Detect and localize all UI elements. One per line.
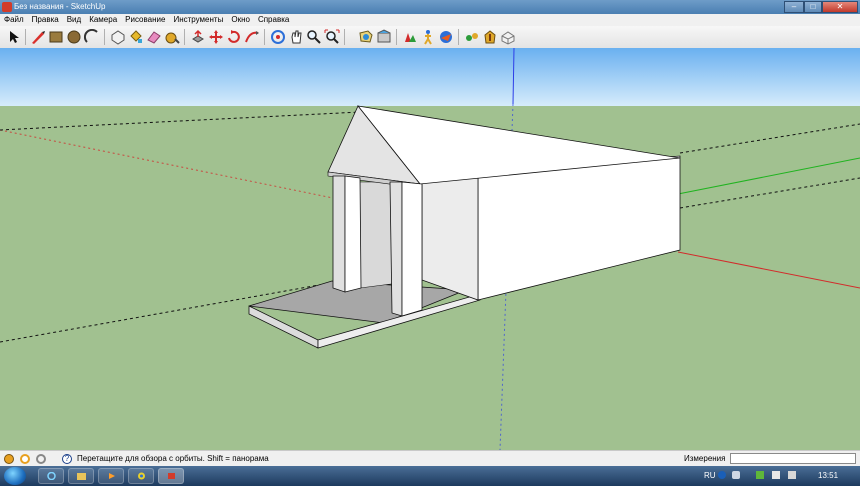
measurements-label: Измерения [684,454,726,463]
taskbar: RU 13:51 [0,466,860,486]
start-button[interactable] [4,467,26,485]
title-bar: Без названия - SketchUp – □ ✕ [0,0,860,14]
menu-view[interactable]: Вид [63,14,85,26]
follow-me-icon[interactable] [244,29,260,45]
menu-camera[interactable]: Камера [85,14,121,26]
paint-bucket-icon[interactable] [128,29,144,45]
volume-icon[interactable] [788,471,796,479]
status-bar: ? Перетащите для обзора с орбиты. Shift … [0,450,860,467]
left-column-face[interactable] [344,175,362,293]
menu-file[interactable]: Файл [0,14,28,26]
drawing-viewport[interactable] [0,48,860,450]
network-icon[interactable] [756,471,764,479]
rectangle-icon[interactable] [48,29,64,45]
share-model-icon[interactable] [500,29,516,45]
pan-icon[interactable] [288,29,304,45]
chrome-icon [138,472,145,480]
model-scene[interactable] [0,48,860,450]
language-indicator[interactable]: RU [704,471,716,481]
make-component-icon[interactable] [110,29,126,45]
tray-expand-icon[interactable] [732,471,740,479]
right-column-face[interactable] [401,181,423,317]
sketchup-app-icon[interactable] [2,2,12,12]
sketchup-icon [168,473,175,479]
taskbar-media[interactable] [98,468,124,484]
select-arrow-icon[interactable] [6,29,22,45]
menu-edit[interactable]: Правка [28,14,63,26]
components-icon[interactable] [402,29,418,45]
taskbar-explorer[interactable] [68,468,94,484]
internet-explorer-icon [47,472,56,480]
zoom-extents-icon[interactable] [324,29,340,45]
left-column[interactable] [332,175,346,293]
upload-icon[interactable] [482,29,498,45]
menu-bar: Файл Правка Вид Камера Рисование Инструм… [0,14,860,26]
menu-draw[interactable]: Рисование [121,14,169,26]
push-pull-icon[interactable] [190,29,206,45]
close-button[interactable]: ✕ [822,1,858,13]
help-icon[interactable]: ? [62,454,72,464]
taskbar-ie[interactable] [38,468,64,484]
window-title: Без названия - SketchUp [14,2,106,11]
orbit-icon[interactable] [270,29,286,45]
toolbar-separator [25,29,26,45]
clock[interactable]: 13:51 [818,471,838,481]
taskbar-sketchup[interactable] [158,468,184,484]
geolocation-status-icon[interactable] [4,454,14,464]
media-player-icon [109,473,115,479]
toolbar-separator [264,29,265,45]
help-tray-icon[interactable] [718,471,726,479]
taskbar-chrome[interactable] [128,468,154,484]
pencil-line-icon[interactable] [30,29,46,45]
toolbar-separator [344,29,345,45]
sky [0,48,860,106]
measurements-input[interactable] [730,453,856,464]
position-camera-icon[interactable] [438,29,454,45]
menu-tools[interactable]: Инструменты [169,14,227,26]
action-center-flag-icon[interactable] [772,471,780,479]
credits-status-icon[interactable] [20,454,30,464]
tape-measure-icon[interactable] [164,29,180,45]
minimize-button[interactable]: – [784,1,804,13]
right-column[interactable] [389,181,403,317]
circle-icon[interactable] [66,29,82,45]
toolbar-separator [458,29,459,45]
zoom-icon[interactable] [306,29,322,45]
walk-icon[interactable] [420,29,436,45]
toolbar-separator [184,29,185,45]
arc-icon[interactable] [84,29,100,45]
menu-window[interactable]: Окно [227,14,254,26]
google-earth-icon[interactable] [358,29,374,45]
move-icon[interactable] [208,29,224,45]
house-front-wall[interactable] [421,171,479,301]
folder-icon [77,473,86,480]
toolbar [0,26,860,49]
user-status-icon[interactable] [36,454,46,464]
rotate-icon[interactable] [226,29,242,45]
window-controls: – □ ✕ [784,1,858,13]
toolbar-separator [396,29,397,45]
eraser-icon[interactable] [146,29,162,45]
maximize-button[interactable]: □ [804,1,822,13]
look-around-icon[interactable] [464,29,480,45]
toolbar-separator [104,29,105,45]
status-hint: Перетащите для обзора с орбиты. Shift = … [77,454,269,463]
menu-help[interactable]: Справка [254,14,293,26]
warehouse-icon[interactable] [376,29,392,45]
